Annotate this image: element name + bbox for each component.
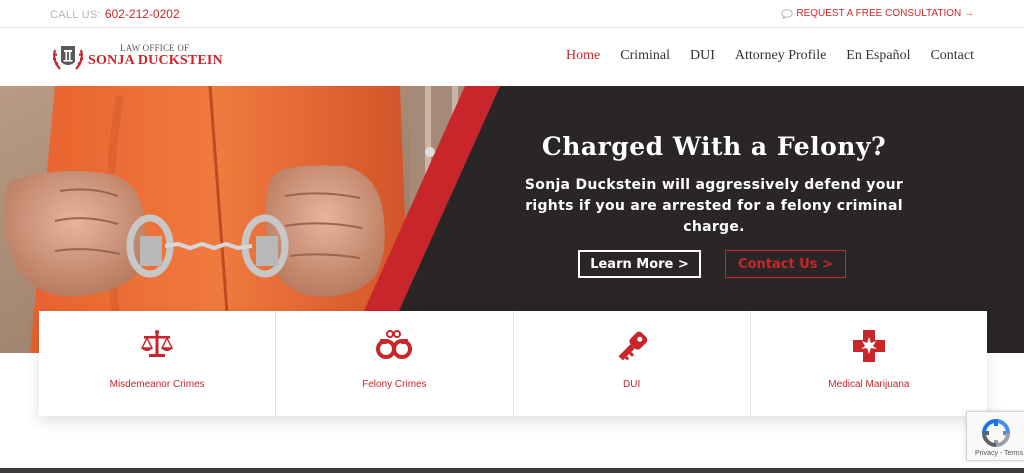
practice-area-label: Medical Marijuana <box>828 379 910 390</box>
nav-en-espanol[interactable]: En Español <box>846 48 910 64</box>
handcuffs-icon <box>376 330 413 359</box>
site-logo[interactable]: LAW OFFICE OF SONJA DUCKSTEIN <box>50 42 223 74</box>
practice-areas: Misdemeanor Crimes Felony Crimes DUI Med… <box>39 311 987 416</box>
nav-home[interactable]: Home <box>566 48 600 64</box>
car-key-icon <box>618 331 647 361</box>
top-bar: CALL US: 602-212-0202 REQUEST A FREE CONS… <box>0 0 1024 28</box>
learn-more-button[interactable]: Learn More > <box>578 250 701 278</box>
practice-area-label: Felony Crimes <box>362 379 427 390</box>
contact-us-button[interactable]: Contact Us > <box>725 250 846 278</box>
nav-dui[interactable]: DUI <box>690 48 715 64</box>
practice-area-medical-marijuana[interactable]: Medical Marijuana <box>749 311 987 416</box>
call-label: CALL US: <box>50 9 101 21</box>
recaptcha-icon <box>981 418 1011 448</box>
consultation-link[interactable]: REQUEST A FREE CONSULTATION → <box>781 8 974 19</box>
phone-link[interactable]: 602-212-0202 <box>105 7 180 21</box>
consultation-label: REQUEST A FREE CONSULTATION → <box>796 8 974 19</box>
nav-contact[interactable]: Contact <box>930 48 974 64</box>
medical-cross-icon <box>852 330 885 362</box>
practice-area-label: DUI <box>623 379 641 390</box>
hero-title: Charged With a Felony? <box>541 132 887 161</box>
main-nav: Home Criminal DUI Attorney Profile En Es… <box>566 48 974 64</box>
logo-line2: SONJA DUCKSTEIN <box>88 53 223 68</box>
practice-area-misdemeanor[interactable]: Misdemeanor Crimes <box>39 311 275 416</box>
chat-icon <box>781 8 794 19</box>
recaptcha-badge[interactable]: Privacy - Terms <box>966 411 1024 461</box>
nav-attorney-profile[interactable]: Attorney Profile <box>735 48 826 64</box>
practice-area-dui[interactable]: DUI <box>512 311 750 416</box>
hero-subtitle: Sonja Duckstein will aggressively defend… <box>524 177 904 235</box>
logo-emblem-icon <box>53 46 83 70</box>
practice-area-felony[interactable]: Felony Crimes <box>275 311 512 416</box>
recaptcha-links[interactable]: Privacy - Terms <box>975 450 1023 457</box>
site-header: LAW OFFICE OF SONJA DUCKSTEIN Home Crimi… <box>0 28 1024 86</box>
practice-area-label: Misdemeanor Crimes <box>109 379 205 390</box>
call-us: CALL US: 602-212-0202 <box>50 7 180 21</box>
nav-criminal[interactable]: Criminal <box>620 48 670 64</box>
footer-edge <box>0 468 1024 473</box>
scales-icon <box>140 330 174 357</box>
logo-line1: LAW OFFICE OF <box>120 43 190 53</box>
